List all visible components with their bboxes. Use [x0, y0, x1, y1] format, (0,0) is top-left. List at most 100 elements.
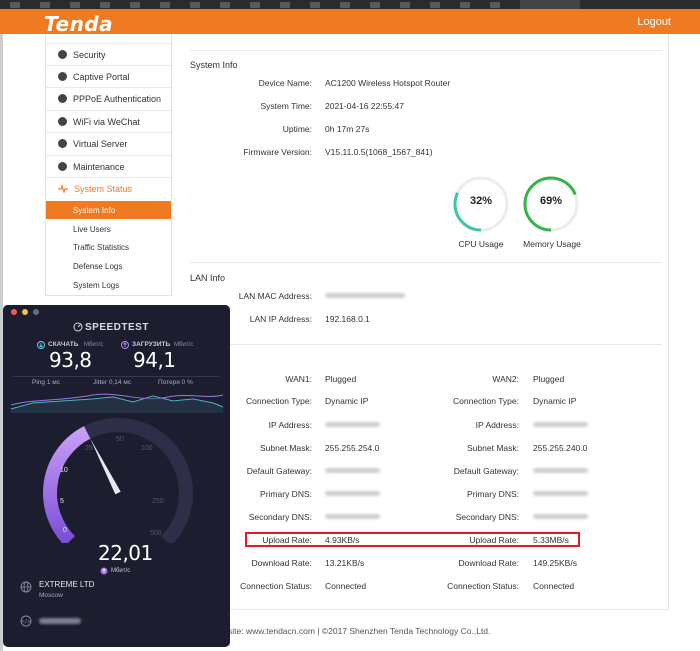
- wan2-conn-status: Connected: [533, 581, 575, 591]
- cpu-usage-label: CPU Usage: [458, 239, 504, 249]
- upload-rate-highlight: [245, 532, 580, 547]
- sidebar-item-system-status[interactable]: System Status: [46, 177, 171, 199]
- browser-tab[interactable]: [520, 0, 580, 9]
- system-time-value: 2021-04-16 22:55:47: [325, 101, 404, 111]
- loss-value: Потеря 0 %: [158, 379, 193, 386]
- pppoe-icon: [58, 94, 67, 103]
- ping-value: Ping 1 мс: [32, 379, 60, 386]
- upload-label: ЗАГРУЗИТЬ: [132, 341, 171, 348]
- isp-city: Moscow: [39, 592, 63, 599]
- wan2-conn-status-label: Connection Status:: [447, 581, 519, 591]
- download-value: 93,8: [49, 348, 92, 372]
- memory-usage-label: Memory Usage: [523, 239, 581, 249]
- sidebar-item-label: Captive Portal: [73, 71, 130, 82]
- gear-icon: [58, 162, 67, 171]
- sidebar-item-cut: [46, 27, 171, 34]
- wan1-conn-status: Connected: [325, 581, 367, 591]
- svg-text:</>: </>: [21, 619, 31, 625]
- sidebar-item-maintenance[interactable]: Maintenance: [46, 155, 171, 177]
- device-name-label: Device Name:: [258, 78, 312, 88]
- sidebar-item-pppoe[interactable]: PPPoE Authentication: [46, 87, 171, 109]
- sidebar-item-wifi-wechat[interactable]: WiFi via WeChat: [46, 110, 171, 132]
- close-dot-icon[interactable]: [11, 309, 17, 315]
- subitem-traffic-statistics[interactable]: Traffic Statistics: [46, 238, 171, 256]
- gauge-tick-label: 5: [60, 498, 64, 505]
- wan1-ip-blurred: [325, 422, 380, 427]
- page-footer: site: www.tendacn.com | ©2017 Shenzhen T…: [228, 626, 491, 636]
- subitem-live-users[interactable]: Live Users: [46, 220, 171, 238]
- upload-indicator-icon: [100, 567, 108, 575]
- gauge-tick-label: 250: [152, 498, 164, 505]
- gauge-tick-label: 25: [85, 445, 93, 452]
- minimize-dot-icon[interactable]: [22, 309, 28, 315]
- result-speed-unit: Мбит/с: [111, 568, 131, 574]
- logout-link[interactable]: Logout: [637, 16, 671, 28]
- wan2-mask-label: Subnet Mask:: [467, 443, 519, 453]
- wan1-gateway-blurred: [325, 468, 380, 473]
- jitter-value: Jitter 0,14 мс: [93, 379, 132, 386]
- portal-icon: [58, 72, 67, 81]
- subitem-system-logs[interactable]: System Logs: [46, 276, 171, 294]
- server-icon: [58, 139, 67, 148]
- globe-icon: [20, 581, 32, 593]
- section-title-lan-info: LAN Info: [190, 273, 226, 283]
- section-title-system-info: System Info: [190, 60, 238, 70]
- uptime-value: 0h 17m 27s: [325, 124, 370, 134]
- wan1-download: 13.21KB/s: [325, 558, 365, 568]
- wan2-dns2-blurred: [533, 514, 588, 519]
- divider: [172, 609, 669, 610]
- firmware-label: Firmware Version:: [243, 147, 313, 157]
- download-arrow-icon: [37, 341, 45, 349]
- pulse-icon: [58, 183, 68, 194]
- wan2-conn-type-label: Connection Type:: [453, 396, 519, 406]
- screenshot: Tenda Logout Security Captive Portal PPP…: [0, 0, 700, 651]
- speedtest-brand: SPEEDTEST: [85, 322, 149, 333]
- wan2-ip-label: IP Address:: [475, 420, 519, 430]
- subitem-defense-logs[interactable]: Defense Logs: [46, 257, 171, 275]
- globe-icon: [58, 50, 67, 59]
- speedtest-titlebar: [3, 305, 230, 319]
- upload-arrow-icon: [121, 341, 129, 349]
- gauge-tick-label: 500: [150, 530, 162, 537]
- wan2-dns1-label: Primary DNS:: [467, 489, 519, 499]
- sidebar-menu: Security Captive Portal PPPoE Authentica…: [45, 34, 172, 296]
- gauge-fill: [43, 426, 91, 543]
- wan1-mask: 255.255.254.0: [325, 443, 380, 453]
- speed-graph: [10, 393, 224, 413]
- firmware-value: V15.11.0.5(1068_1567_841): [325, 147, 433, 157]
- divider: [13, 376, 220, 377]
- sidebar-item-label: PPPoE Authentication: [73, 93, 162, 104]
- wan2-conn-type: Dynamic IP: [533, 396, 577, 406]
- cpu-usage-value: 32%: [469, 195, 493, 207]
- isp-name: EXTREME LTD: [39, 580, 95, 589]
- wan2-gateway-blurred: [533, 468, 588, 473]
- sidebar-item-security[interactable]: Security: [46, 43, 171, 65]
- uptime-label: Uptime:: [282, 124, 312, 134]
- system-time-label: System Time:: [260, 101, 312, 111]
- divider: [230, 344, 662, 345]
- sidebar-item-virtual-server[interactable]: Virtual Server: [46, 132, 171, 154]
- sidebar-item-captive-portal[interactable]: Captive Portal: [46, 65, 171, 87]
- wechat-icon: [58, 117, 67, 126]
- wan1-dns2-blurred: [325, 514, 380, 519]
- subitem-system-info[interactable]: System Info: [46, 201, 171, 219]
- speedtest-window: SPEEDTEST СКАЧАТЬ Мбит/с 93,8 ЗАГРУЗИТЬ …: [3, 305, 230, 647]
- speed-gauge: [43, 418, 193, 543]
- sidebar-item-label: Security: [73, 49, 106, 60]
- lan-mac-blurred: [325, 293, 405, 298]
- gauge-needle: [89, 437, 121, 495]
- lan-mac-label: LAN MAC Address:: [238, 291, 312, 301]
- memory-usage-gauge: 69%: [522, 175, 580, 233]
- gauge-tick-label: 0: [63, 527, 67, 534]
- zoom-dot-icon[interactable]: [33, 309, 39, 315]
- lan-ip-value: 192.168.0.1: [325, 314, 370, 324]
- sidebar-item-label: Virtual Server: [73, 138, 128, 149]
- sidebar-item-label: Maintenance: [73, 161, 125, 172]
- sidebar-item-label: System Status: [74, 183, 133, 194]
- wan2-download: 149.25KB/s: [533, 558, 577, 568]
- gauge-tick-label: 10: [60, 467, 68, 474]
- wan2-status: Plugged: [533, 374, 565, 384]
- upload-unit: Мбит/с: [174, 342, 194, 348]
- wan2-gateway-label: Default Gateway:: [453, 466, 519, 476]
- server-host-icon[interactable]: </>: [20, 615, 32, 627]
